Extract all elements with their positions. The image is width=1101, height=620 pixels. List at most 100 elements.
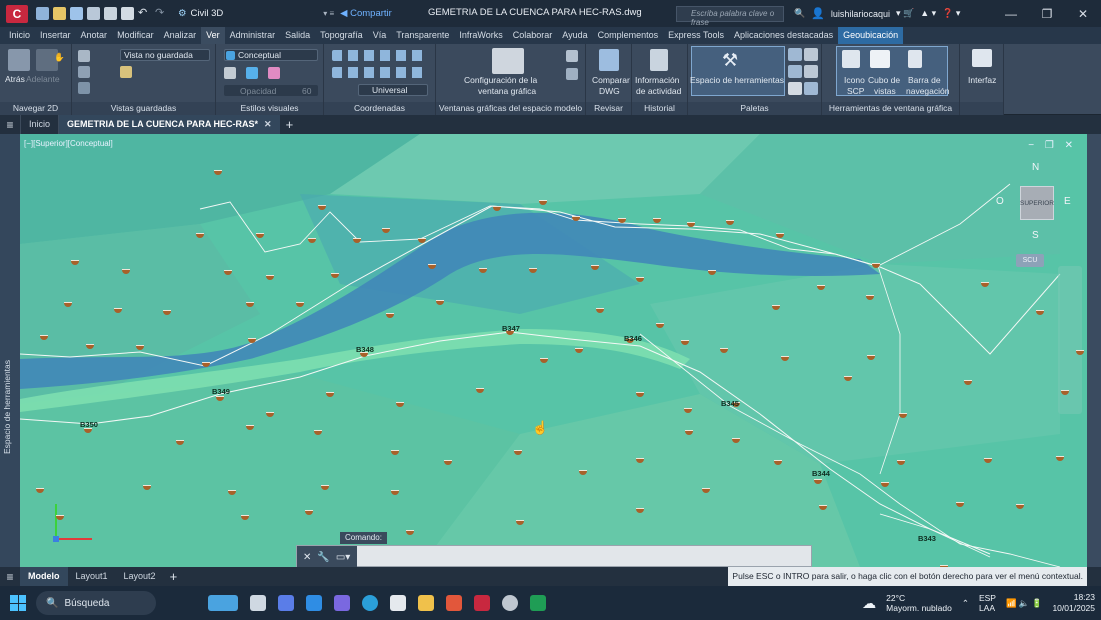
orbit-icon[interactable]: [78, 50, 90, 62]
user-menu[interactable]: 🔍 👤 luishilariocaqui ▾ 🛒 ▲ ▾ ❓ ▾: [794, 7, 960, 20]
ribbon-tab[interactable]: Ver: [201, 27, 225, 44]
chatgpt-icon[interactable]: [502, 595, 518, 611]
compare-dwg-icon[interactable]: [599, 49, 619, 71]
close-tab-icon[interactable]: ✕: [264, 119, 272, 129]
interface-icon[interactable]: [972, 49, 992, 67]
command-line[interactable]: ✕ 🔧 ▭▾: [296, 545, 812, 567]
ribbon-tab[interactable]: Complementos: [593, 27, 664, 44]
ribbon-tab[interactable]: Colaborar: [508, 27, 558, 44]
redo-icon[interactable]: ↷: [155, 7, 168, 20]
ribbon-tab[interactable]: Insertar: [35, 27, 76, 44]
navbar-label[interactable]: Barra de: [908, 75, 941, 85]
widgets-icon[interactable]: [208, 595, 238, 611]
quickcalc-icon[interactable]: [804, 82, 818, 95]
steering-icon[interactable]: [78, 82, 90, 94]
forward-button[interactable]: Adelante: [26, 74, 60, 84]
ribbon-tab[interactable]: Geoubicación: [838, 27, 904, 44]
new-tab-icon[interactable]: +: [286, 117, 294, 132]
workspace-selector[interactable]: ⚙ Civil 3D: [178, 8, 223, 19]
viewcube-icon[interactable]: [870, 50, 890, 68]
tab-inicio[interactable]: Inicio: [20, 115, 58, 134]
tool-palette-side-panel[interactable]: Espacio de herramientas: [0, 134, 20, 567]
clock[interactable]: 18:23 10/01/2025: [1052, 592, 1095, 614]
excel-icon[interactable]: [530, 595, 546, 611]
ribbon-tab[interactable]: Administrar: [225, 27, 281, 44]
ribbon-tab[interactable]: Analizar: [159, 27, 202, 44]
chevron-up-icon[interactable]: ⌃: [962, 598, 969, 609]
properties-icon[interactable]: [788, 48, 802, 61]
search-icon[interactable]: 🔍: [794, 8, 805, 19]
layers-icon[interactable]: [788, 65, 802, 78]
tab-document[interactable]: GEMETRIA DE LA CUENCA PARA HEC-RAS* ✕: [58, 115, 280, 134]
help-icon[interactable]: ❓ ▾: [942, 8, 960, 19]
view-manager-icon[interactable]: [120, 66, 132, 78]
open-folder-icon[interactable]: [53, 7, 66, 20]
close-command-icon[interactable]: ✕: [303, 552, 311, 563]
activity-insights-icon[interactable]: [650, 49, 668, 71]
task-view-icon[interactable]: [250, 595, 266, 611]
close-button[interactable]: ✕: [1065, 0, 1101, 27]
interface-label[interactable]: Interfaz: [968, 75, 996, 85]
windows-start-icon[interactable]: [10, 595, 26, 611]
viewport-window-controls[interactable]: − ❐ ✕: [1028, 140, 1077, 151]
file-tabs-menu-icon[interactable]: ≡: [0, 118, 20, 132]
right-toolbar[interactable]: [1087, 134, 1101, 567]
sheetset-icon[interactable]: [804, 48, 818, 61]
save-icon[interactable]: [70, 7, 83, 20]
ribbon-tab[interactable]: Inicio: [4, 27, 35, 44]
save-as-icon[interactable]: [87, 7, 100, 20]
compare-label[interactable]: Comparar: [592, 75, 630, 85]
material-icon[interactable]: [268, 67, 280, 79]
print-icon[interactable]: [121, 7, 134, 20]
civil3d-logo-icon[interactable]: C: [6, 4, 28, 23]
back-icon[interactable]: [8, 49, 30, 71]
civil3d-taskbar-icon[interactable]: [474, 595, 490, 611]
autodesk-account-icon[interactable]: ▲ ▾: [920, 8, 936, 19]
cart-icon[interactable]: ▾ 🛒: [896, 8, 914, 19]
viewcube[interactable]: SUPERIOR: [1020, 186, 1054, 220]
shadow-icon[interactable]: [224, 67, 236, 79]
taskbar-search[interactable]: 🔍 Búsqueda: [36, 591, 156, 615]
activity-label[interactable]: Información: [635, 75, 679, 85]
minimize-button[interactable]: —: [993, 0, 1029, 27]
viewport-controls-label[interactable]: [−][Superior][Conceptual]: [24, 139, 113, 148]
tab-layout1[interactable]: Layout1: [68, 567, 116, 586]
zoom-icon[interactable]: [78, 66, 90, 78]
copilot-icon[interactable]: [278, 595, 294, 611]
customize-icon[interactable]: 🔧: [317, 552, 329, 563]
ucs-tools-icon[interactable]: [332, 50, 428, 61]
named-viewports-icon[interactable]: [566, 50, 578, 62]
workspace-dropdown-icon[interactable]: ▾ ≡: [323, 9, 334, 18]
layouts-menu-icon[interactable]: ≡: [0, 570, 20, 584]
file-explorer-icon[interactable]: [418, 595, 434, 611]
ribbon-tab[interactable]: Modificar: [112, 27, 159, 44]
brave-icon[interactable]: [446, 595, 462, 611]
ribbon-tab[interactable]: Salida: [280, 27, 315, 44]
ucs-icon-icon[interactable]: [842, 50, 860, 68]
tab-modelo[interactable]: Modelo: [20, 567, 68, 586]
new-file-icon[interactable]: [36, 7, 49, 20]
wifi-volume-battery-icon[interactable]: 📶 🔈 🔋: [1006, 598, 1042, 609]
edge-icon[interactable]: [246, 67, 258, 79]
navbar-icon[interactable]: [908, 50, 922, 68]
model-viewport[interactable]: Espacio de herramientas [−][Superior][Co…: [0, 134, 1101, 567]
weather-widget[interactable]: 22°C Mayorm. nublado: [886, 593, 952, 613]
edge-icon[interactable]: [362, 595, 378, 611]
ucs-menu-button[interactable]: SCU: [1016, 254, 1044, 267]
markup-icon[interactable]: [788, 82, 802, 95]
teams-icon[interactable]: [334, 595, 350, 611]
search-input[interactable]: Escriba palabra clave o frase: [676, 6, 784, 27]
design-center-icon[interactable]: [804, 65, 818, 78]
ribbon-tab[interactable]: Aplicaciones destacadas: [729, 27, 838, 44]
ucs-axis-icon[interactable]: [332, 67, 428, 78]
ribbon-tab[interactable]: InfraWorks: [454, 27, 507, 44]
viewcube-label[interactable]: Cubo de: [868, 75, 900, 85]
back-button[interactable]: Atrás: [5, 74, 25, 84]
ribbon-tab[interactable]: Transparente: [391, 27, 454, 44]
ribbon-tab[interactable]: Ayuda: [557, 27, 592, 44]
language-indicator[interactable]: ESP LAA: [979, 593, 996, 613]
pan-hand-icon[interactable]: ✋: [54, 52, 65, 63]
ribbon-tab[interactable]: Vía: [368, 27, 392, 44]
store-icon[interactable]: [390, 595, 406, 611]
add-layout-icon[interactable]: +: [170, 569, 178, 584]
